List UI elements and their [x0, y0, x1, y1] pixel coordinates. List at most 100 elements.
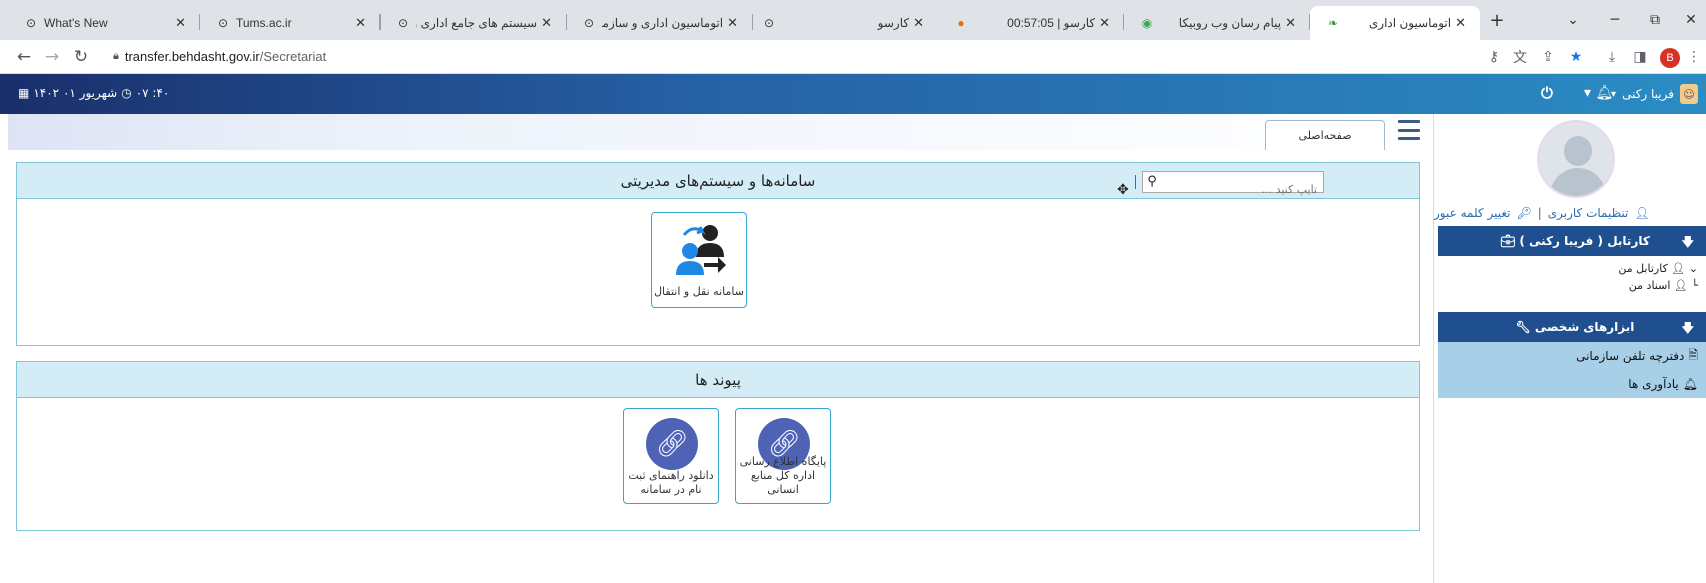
systems-panel: سامانه‌ها و سیستم‌های مدیریتی ✥ ⚲ سامانه…: [16, 162, 1420, 346]
bookmark-star-icon[interactable]: ★: [1566, 48, 1586, 66]
restore-button[interactable]: ⧉: [1640, 8, 1670, 32]
right-sidebar: 👤︎ تنظیمات کاربری | 🔑︎ تغییر کلمه عبور 💼…: [1433, 114, 1706, 583]
browser-tab-strip: ⊙ What's New ✕ ⊙ Tums.ac.ir ✕ ✕ سیستم ها…: [0, 0, 1706, 40]
tab-favicon-icon: ⊙: [25, 16, 37, 30]
profile-avatar-large: [1537, 120, 1615, 198]
wrench-icon: 🔧︎: [1515, 320, 1531, 334]
close-tab-icon[interactable]: ✕: [1285, 15, 1296, 31]
power-icon[interactable]: ⏻: [1541, 84, 1553, 102]
tab-title: سیستم های جامع اداری و ما: [416, 16, 538, 30]
time-text: ۰۷ :۴۰: [135, 86, 170, 100]
browser-tab-active[interactable]: ❧ اتوماسیون اداری ✕: [1310, 6, 1480, 40]
link-tile-registration-guide[interactable]: 🔗︎ دانلود راهنمای ثبت نام در سامانه: [623, 408, 719, 504]
minimize-button[interactable]: ─: [1600, 8, 1630, 32]
close-tab-icon[interactable]: ✕: [913, 15, 924, 31]
cartable-title: کارتابل ( فریبا رکنی ): [1519, 234, 1650, 248]
browser-tab[interactable]: ✕ اتوماسیون اداری و سازمان ا ⊙: [566, 6, 752, 40]
browser-tab[interactable]: ✕ سیستم های جامع اداری و ما ⊙: [380, 6, 566, 40]
link-tile-hr-portal[interactable]: 🔗︎ پایگاه اطلاع رسانی اداره کل منابع انس…: [735, 408, 831, 504]
tool-label: دفترچه تلفن سازمانی: [1576, 349, 1685, 363]
main-content: صفحه‌اصلی سامانه‌ها و سیستم‌های مدیریتی …: [8, 114, 1428, 583]
tile-label: پایگاه اطلاع رسانی اداره کل منابع انسانی: [739, 455, 827, 496]
settings-link[interactable]: تنظیمات کاربری: [1548, 206, 1629, 220]
close-tab-icon[interactable]: ✕: [355, 15, 366, 31]
bell-icon[interactable]: ▾ 🔔︎: [1584, 85, 1613, 101]
chevron-down-icon: ▾: [1611, 88, 1617, 100]
url-path: /Secretariat: [259, 49, 327, 64]
cartable-header[interactable]: 💼︎ کارتابل ( فریبا رکنی ) 🡇: [1438, 226, 1706, 256]
user-icon: 👤︎: [1634, 206, 1650, 220]
user-links: 👤︎ تنظیمات کاربری | 🔑︎ تغییر کلمه عبور: [1434, 206, 1650, 220]
systems-panel-header: سامانه‌ها و سیستم‌های مدیریتی ✥ ⚲: [17, 163, 1419, 200]
date-text: ۱۴۰۲ ۰۱ شهریور: [33, 86, 118, 100]
side-panel-icon[interactable]: ◨: [1630, 48, 1650, 66]
search-field[interactable]: [1142, 171, 1324, 200]
close-window-button[interactable]: ✕: [1676, 8, 1706, 32]
key-icon[interactable]: ⚷: [1484, 48, 1504, 66]
tool-label: یادآوری ها: [1628, 377, 1679, 391]
back-arrow-icon[interactable]: ←: [12, 46, 36, 68]
hamburger-menu-icon[interactable]: [1398, 120, 1420, 140]
new-tab-button[interactable]: +: [1482, 8, 1512, 32]
arrow-down-icon[interactable]: 🡇: [1682, 319, 1694, 340]
browser-tab[interactable]: ● کارسو | 00:57:05 ✕: [938, 6, 1124, 40]
user-transfer-icon: [676, 225, 726, 275]
browser-toolbar: ← → ↻ 🔒︎ transfer.behdasht.gov.ir/Secret…: [0, 40, 1706, 74]
tool-phonebook[interactable]: دفترچه تلفن سازمانی 🗎: [1438, 342, 1706, 370]
browser-tab[interactable]: ⊙ ✕ کارسو: [752, 6, 938, 40]
reload-icon[interactable]: ↻: [69, 46, 93, 68]
forward-arrow-icon[interactable]: →: [40, 46, 64, 68]
close-tab-icon[interactable]: ✕: [175, 15, 186, 31]
move-icon[interactable]: ✥: [1117, 172, 1129, 208]
bell-icon: 🔔︎: [1682, 377, 1698, 391]
change-password-link[interactable]: تغییر کلمه عبور: [1434, 206, 1510, 220]
share-icon[interactable]: ⇪: [1538, 48, 1558, 66]
tile-label: سامانه نقل و انتقال: [654, 285, 744, 298]
search-input[interactable]: [1143, 179, 1323, 200]
search-icon[interactable]: ⚲: [1142, 171, 1162, 193]
tab-favicon-icon: ⊙: [397, 16, 409, 30]
address-bar[interactable]: 🔒︎ transfer.behdasht.gov.ir/Secretariat: [113, 49, 326, 64]
tree-item-my-cartable[interactable]: ⌄ 👤︎ کارتابل من: [1618, 262, 1698, 279]
profile-avatar[interactable]: B: [1660, 48, 1680, 68]
tree-item-my-documents[interactable]: └ 👤︎ اسناد من: [1618, 279, 1698, 296]
tab-favicon-icon: ⊙: [763, 16, 775, 30]
download-icon[interactable]: ⤓: [1602, 48, 1622, 66]
close-tab-icon[interactable]: ✕: [1099, 15, 1110, 31]
browser-tab[interactable]: ⊙ What's New ✕: [8, 6, 200, 40]
tab-favicon-icon: ❧: [1327, 16, 1339, 30]
tool-reminders[interactable]: یادآوری ها 🔔︎: [1438, 370, 1706, 398]
links-panel-title: پیوند ها: [695, 371, 741, 389]
systems-panel-title: سامانه‌ها و سیستم‌های مدیریتی: [620, 172, 816, 190]
key-icon: 🔑︎: [1516, 206, 1532, 220]
lock-icon: 🔒︎: [113, 50, 119, 62]
tab-home[interactable]: صفحه‌اصلی: [1265, 120, 1385, 150]
system-tile-transfer[interactable]: سامانه نقل و انتقال: [651, 212, 747, 308]
browser-tab[interactable]: ◉ پیام رسان وب روبیکا ✕: [1124, 6, 1310, 40]
document-icon: 🗎: [1688, 347, 1698, 362]
translate-icon[interactable]: 文: [1510, 48, 1530, 66]
links-panel-header: پیوند ها: [17, 362, 1419, 398]
tab-favicon-icon: ◉: [1141, 16, 1153, 30]
close-tab-icon[interactable]: ✕: [541, 15, 552, 31]
links-panel: پیوند ها 🔗︎ پایگاه اطلاع رسانی اداره کل …: [16, 361, 1420, 531]
calendar-icon: ▦: [18, 86, 30, 100]
tab-favicon-icon: ⊙: [217, 16, 229, 30]
briefcase-icon: 💼︎: [1500, 234, 1516, 248]
close-tab-icon[interactable]: ✕: [727, 15, 738, 31]
tile-label: دانلود راهنمای ثبت نام در سامانه: [628, 469, 714, 496]
user-avatar-icon: ☺: [1680, 84, 1698, 104]
close-tab-icon[interactable]: ✕: [1455, 15, 1466, 31]
tab-title: Tums.ac.ir: [236, 16, 292, 30]
menu-kebab-icon[interactable]: ⋮: [1684, 48, 1704, 66]
clock-icon: ◷: [121, 86, 132, 100]
arrow-down-icon[interactable]: 🡇: [1682, 233, 1694, 254]
content-tabbar: [8, 114, 1428, 150]
date-time: ▦ ۱۴۰۲ ۰۱ شهریور ◷ ۰۷ :۴۰: [18, 86, 169, 100]
user-menu[interactable]: ▾ فریبا رکنی ☺: [1611, 84, 1698, 104]
personal-tools-header[interactable]: 🔧︎ ابزارهای شخصی 🡇: [1438, 312, 1706, 342]
tab-title: کارسو: [877, 16, 910, 30]
browser-tab[interactable]: ⊙ Tums.ac.ir ✕: [200, 6, 380, 40]
cartable-tree: ⌄ 👤︎ کارتابل من └ 👤︎ اسناد من: [1618, 262, 1698, 296]
tab-search-dropdown-icon[interactable]: ⌄: [1558, 8, 1588, 32]
